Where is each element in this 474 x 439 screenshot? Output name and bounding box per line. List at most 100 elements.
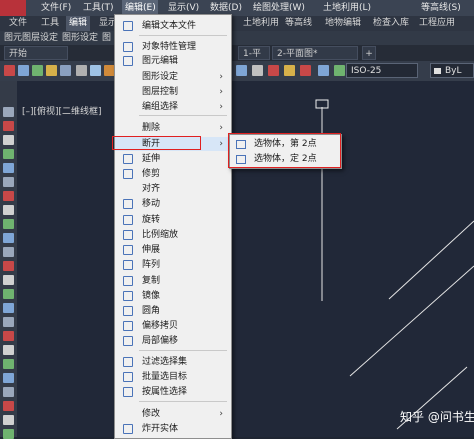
ribbon-tab[interactable]: 地物编辑 <box>322 16 364 31</box>
menu-item-19[interactable]: 复制 <box>115 274 231 288</box>
left-tool-icon[interactable] <box>3 317 14 327</box>
ribbon-panel-label[interactable]: 图层设定 <box>22 31 58 45</box>
menu-item-22[interactable]: 偏移拷贝 <box>115 319 231 333</box>
menu-item-1[interactable]: 编辑文本文件 <box>115 19 231 33</box>
left-tool-icon[interactable] <box>3 401 14 411</box>
ribbon-tab[interactable]: 等高线 <box>282 16 315 31</box>
toolbar-tool-icon[interactable] <box>300 65 311 76</box>
document-tab[interactable]: 2-平面图* <box>272 46 358 60</box>
toolbar-tool-icon[interactable] <box>4 65 15 76</box>
left-tool-icon[interactable] <box>3 303 14 313</box>
toolbar-tool-icon[interactable] <box>18 65 29 76</box>
menu-item-18[interactable]: 阵列 <box>115 258 231 272</box>
left-tool-icon[interactable] <box>3 107 14 117</box>
menu-item-25[interactable]: 过滤选择集 <box>115 355 231 369</box>
left-tool-icon[interactable] <box>3 149 14 159</box>
menu-item-label: 图形设定 <box>142 72 179 82</box>
menu-item-30[interactable]: 炸开实体 <box>115 422 231 436</box>
left-tool-icon[interactable] <box>3 345 14 355</box>
left-tool-icon[interactable] <box>3 233 14 243</box>
toolbar-tool-icon[interactable] <box>284 65 295 76</box>
menu-item[interactable]: 等高线(S) <box>418 0 464 16</box>
left-tool-icon[interactable] <box>3 331 14 341</box>
ribbon-panel-label[interactable]: 图 <box>102 31 111 45</box>
left-tool-icon[interactable] <box>3 219 14 229</box>
menu-item[interactable]: 工具(T) <box>80 0 116 16</box>
toolbar-tool-icon[interactable] <box>60 65 71 76</box>
menu-item-6[interactable]: 图层控制 › <box>115 85 231 99</box>
toolbar-tool-icon[interactable] <box>76 65 87 76</box>
document-tab[interactable]: 1-平面图* <box>238 46 270 73</box>
viewport-label[interactable]: [–][俯视][二维线框] <box>22 104 102 117</box>
menu-item-12[interactable]: 修剪 <box>115 167 231 181</box>
ribbon-tab[interactable]: 土地利用 <box>240 16 282 31</box>
menu-item-label: 按属性选择 <box>142 387 188 397</box>
toolbar-tool-icon[interactable] <box>32 65 43 76</box>
menu-item[interactable]: 文件(F) <box>38 0 74 16</box>
filter-icon <box>123 357 133 367</box>
menu-item-23[interactable]: 局部偏移 <box>115 334 231 348</box>
left-tool-icon[interactable] <box>3 177 14 187</box>
menu-item-13[interactable]: 对齐 <box>115 182 231 196</box>
toolbar-tool-icon[interactable] <box>252 65 263 76</box>
chevron-right-icon: › <box>219 409 223 419</box>
left-tool-icon[interactable] <box>3 275 14 285</box>
toolbar-tool-icon[interactable] <box>318 65 329 76</box>
menu-item-11[interactable]: 延伸 <box>115 152 231 166</box>
menu-item-label: 圆角 <box>142 306 161 316</box>
menu-item-9[interactable]: 删除 › <box>115 121 231 135</box>
left-tool-icon[interactable] <box>3 163 14 173</box>
ribbon-tab[interactable]: 工具 <box>38 16 62 31</box>
menu-item-3[interactable]: 对象特性管理 <box>115 40 231 54</box>
ribbon-tab[interactable]: 工程应用 <box>416 16 458 31</box>
menu-item-29[interactable]: 修改 › <box>115 407 231 421</box>
menu-item-21[interactable]: 圆角 <box>115 304 231 318</box>
left-tool-icon[interactable] <box>3 373 14 383</box>
toolbar-tool-icon[interactable] <box>90 65 101 76</box>
menu-item-20[interactable]: 镜像 <box>115 289 231 303</box>
left-tool-icon[interactable] <box>3 261 14 271</box>
ribbon-tab[interactable]: 检查入库 <box>370 16 412 31</box>
toolbar-tool-icon[interactable] <box>334 65 345 76</box>
left-tool-icon[interactable] <box>3 121 14 131</box>
toolbar-tool-icon[interactable] <box>236 65 247 76</box>
left-tool-icon[interactable] <box>3 191 14 201</box>
menu-item-14[interactable]: 移动 <box>115 197 231 211</box>
toolbar-tool-icon[interactable] <box>268 65 279 76</box>
menu-item[interactable]: 绘图处理(W) <box>250 0 306 16</box>
document-tab[interactable]: 开始 <box>4 46 68 60</box>
left-tool-icon[interactable] <box>3 205 14 215</box>
menu-item-label: 比例缩放 <box>142 230 179 240</box>
offset-icon <box>123 321 133 331</box>
menu-item-4[interactable]: 图元编辑 <box>115 54 231 68</box>
ribbon-tab[interactable]: 编辑 <box>66 16 91 31</box>
app-logo[interactable] <box>0 0 26 16</box>
menu-item[interactable]: 土地利用(L) <box>320 0 374 16</box>
menu-item-16[interactable]: 比例缩放 <box>115 228 231 242</box>
layer-select[interactable]: ByL <box>430 63 474 78</box>
menu-item-5[interactable]: 图形设定 › <box>115 70 231 84</box>
left-tool-icon[interactable] <box>3 359 14 369</box>
grip-square[interactable] <box>315 99 329 109</box>
left-tool-icon[interactable] <box>3 135 14 145</box>
copy-icon <box>123 276 133 286</box>
menu-item-label: 旋转 <box>142 215 161 225</box>
menu-item-17[interactable]: 伸展 <box>115 243 231 257</box>
left-tool-icon[interactable] <box>3 387 14 397</box>
ribbon-tab[interactable]: 文件 <box>6 16 30 31</box>
menu-item-15[interactable]: 旋转 <box>115 213 231 227</box>
left-tool-icon[interactable] <box>3 415 14 425</box>
left-tool-icon[interactable] <box>3 289 14 299</box>
move-icon <box>123 199 133 209</box>
menu-item-7[interactable]: 编组选择 › <box>115 100 231 114</box>
menu-item-27[interactable]: 按属性选择 <box>115 385 231 399</box>
ribbon-panel-label[interactable]: 图形设定 <box>62 31 98 45</box>
menu-item-26[interactable]: 批量选目标 <box>115 370 231 384</box>
left-tool-icon[interactable] <box>3 247 14 257</box>
left-tool-icon[interactable] <box>3 429 14 439</box>
toolbar-tool-icon[interactable] <box>46 65 57 76</box>
new-tab-plus-icon[interactable]: + <box>362 46 376 60</box>
ribbon-panel-label[interactable]: 图元 <box>4 31 22 45</box>
dimension-style-select[interactable]: ISO-25 <box>346 63 418 78</box>
extend-icon <box>123 154 133 164</box>
